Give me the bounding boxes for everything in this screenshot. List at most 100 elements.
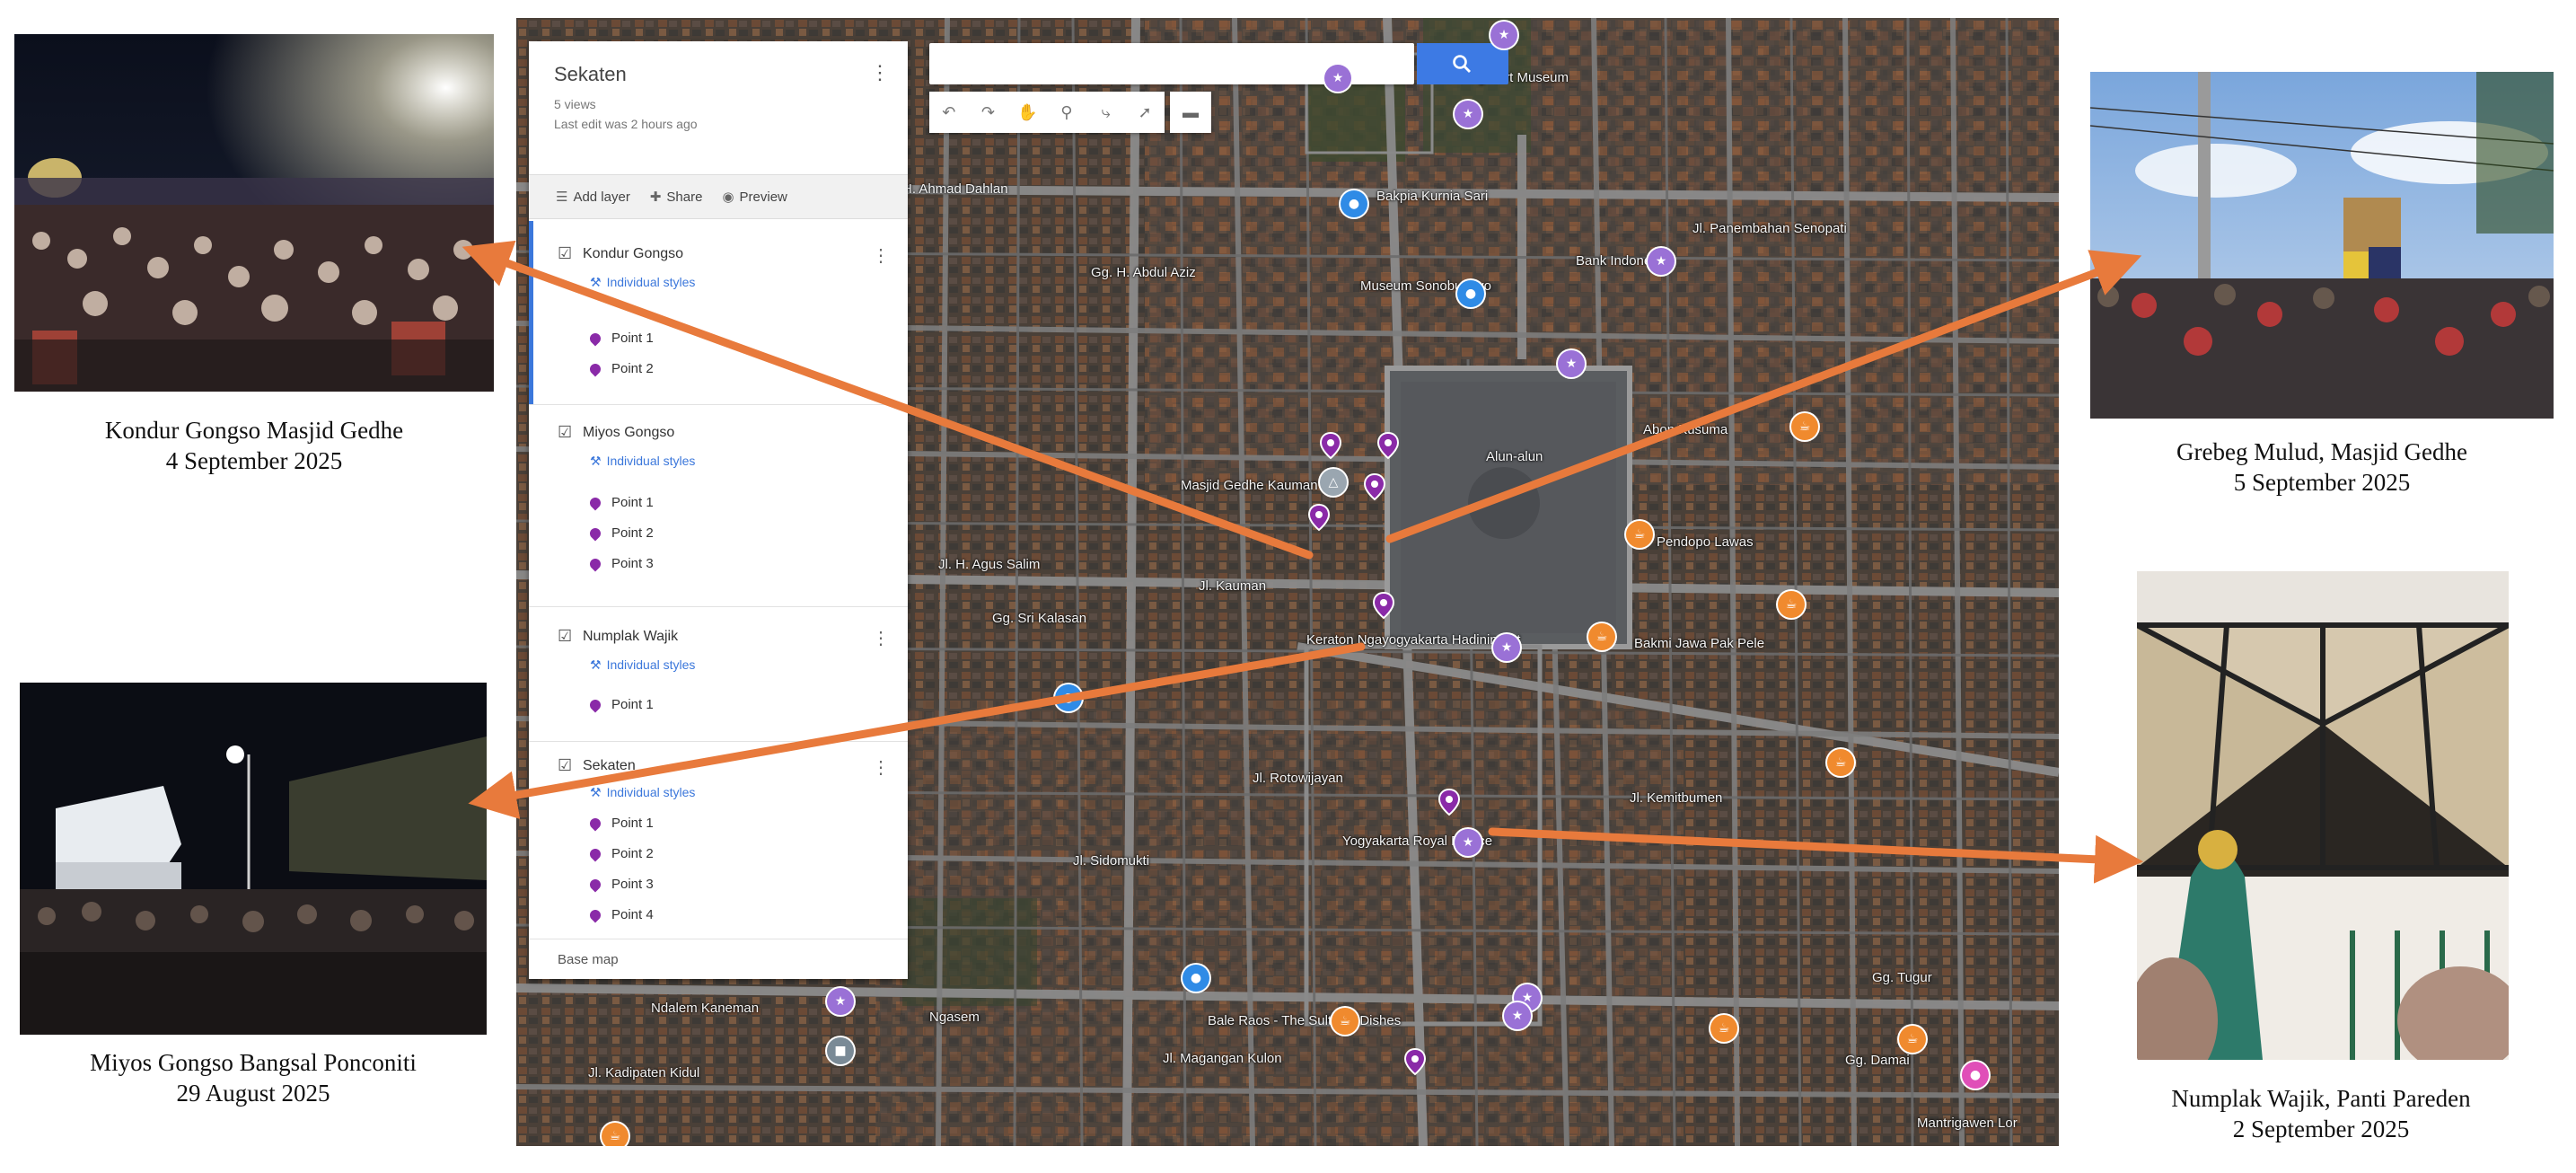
checkbox-checked-icon[interactable]: ☑ bbox=[558, 244, 572, 263]
kebab-icon[interactable]: ⋮ bbox=[872, 756, 890, 779]
map-pin-icon[interactable] bbox=[1435, 788, 1464, 816]
redo-icon[interactable]: ↷ bbox=[969, 92, 1008, 133]
checkbox-checked-icon[interactable]: ☑ bbox=[558, 627, 572, 646]
undo-icon[interactable]: ↶ bbox=[929, 92, 969, 133]
layer-name[interactable]: Kondur Gongso bbox=[583, 246, 683, 262]
base-map-toggle[interactable]: Base map bbox=[529, 939, 908, 979]
mosque-icon[interactable]: △ bbox=[1320, 469, 1347, 496]
map-title[interactable]: Sekaten bbox=[554, 63, 627, 86]
list-item[interactable]: Point 1 bbox=[587, 816, 654, 832]
add-marker-icon[interactable]: ⚲ bbox=[1047, 92, 1086, 133]
draw-line-icon[interactable]: ⤷ bbox=[1086, 92, 1126, 133]
list-item[interactable]: Point 3 bbox=[587, 556, 654, 572]
list-item[interactable]: Point 1 bbox=[587, 495, 654, 511]
shopping-icon[interactable]: ● bbox=[1055, 684, 1082, 711]
list-item[interactable]: Point 1 bbox=[587, 331, 654, 347]
restaurant-icon[interactable]: ☕ bbox=[1827, 749, 1854, 776]
view-count: 5 views bbox=[554, 97, 596, 111]
checkbox-checked-icon[interactable]: ☑ bbox=[558, 756, 572, 775]
share-button[interactable]: ✚ Share bbox=[650, 189, 703, 205]
list-item[interactable]: Point 4 bbox=[587, 907, 654, 923]
museum-icon[interactable]: ★ bbox=[1324, 65, 1351, 92]
preview-label: Preview bbox=[739, 190, 787, 205]
museum-icon[interactable]: ★ bbox=[1648, 248, 1675, 275]
shopping-icon[interactable]: ● bbox=[1182, 965, 1209, 992]
layer-style-link[interactable]: ⚒ Individual styles bbox=[590, 785, 695, 800]
share-label: Share bbox=[666, 190, 703, 205]
photo-numplak-wajik bbox=[2137, 571, 2509, 1060]
layer-style-link[interactable]: ⚒ Individual styles bbox=[590, 454, 695, 469]
preview-button[interactable]: ◉ Preview bbox=[722, 189, 787, 205]
restaurant-icon[interactable]: ☕ bbox=[1626, 521, 1653, 548]
street-label: Jl. Panembahan Senopati bbox=[1692, 221, 1847, 236]
layer-style-link[interactable]: ⚒ Individual styles bbox=[590, 657, 695, 673]
add-layer-button[interactable]: ☰ Add layer bbox=[556, 189, 630, 205]
map-pin-icon[interactable] bbox=[1401, 1047, 1429, 1076]
layer-miyos-gongso[interactable]: ☑ Miyos Gongso ⚒ Individual styles Point … bbox=[529, 405, 908, 607]
museum-icon[interactable]: ★ bbox=[1504, 1002, 1531, 1029]
layer-name[interactable]: Miyos Gongso bbox=[583, 425, 674, 441]
photo-caption: Numplak Wajik, Panti Pareden 2 September… bbox=[2101, 1083, 2541, 1144]
map-pin-icon[interactable] bbox=[1374, 431, 1402, 460]
eye-icon: ◉ bbox=[722, 190, 734, 205]
layers-icon: ☰ bbox=[556, 190, 568, 205]
kebab-icon[interactable]: ⋮ bbox=[872, 627, 890, 649]
layer-kondur-gongso[interactable]: ☑ Kondur Gongso ⋮ ⚒ Individual styles Poi… bbox=[529, 221, 908, 405]
poi-label: Bakpia Kurnia Sari bbox=[1376, 189, 1489, 204]
shopping-icon[interactable]: ● bbox=[1962, 1062, 1989, 1089]
map-pin-icon bbox=[587, 877, 603, 893]
restaurant-icon[interactable]: ☕ bbox=[602, 1123, 629, 1146]
photo-caption: Miyos Gongso Bangsal Ponconiti 29 August… bbox=[20, 1047, 487, 1108]
palace-icon[interactable]: ★ bbox=[1455, 829, 1481, 856]
layer-numplak-wajik[interactable]: ☑ Numplak Wajik ⋮ ⚒ Individual styles Poi… bbox=[529, 607, 908, 742]
museum-icon[interactable]: ★ bbox=[827, 988, 854, 1015]
restaurant-icon[interactable]: ☕ bbox=[1332, 1008, 1358, 1035]
list-item[interactable]: Point 2 bbox=[587, 525, 654, 542]
map-pin-icon bbox=[587, 697, 603, 713]
map-pin-icon[interactable] bbox=[1360, 472, 1389, 501]
layer-name[interactable]: Numplak Wajik bbox=[583, 629, 678, 645]
street-label: Jl. Sidomukti bbox=[1073, 853, 1150, 869]
list-item[interactable]: Point 2 bbox=[587, 361, 654, 377]
museum-icon[interactable]: ★ bbox=[1558, 350, 1585, 377]
restaurant-icon[interactable]: ☕ bbox=[1778, 591, 1805, 618]
street-label: Jl. Kemitbumen bbox=[1630, 790, 1723, 806]
point-label: Point 2 bbox=[611, 361, 654, 376]
shopping-icon[interactable]: ● bbox=[1341, 190, 1367, 217]
map-pin-icon[interactable] bbox=[1369, 591, 1398, 620]
poi-label: Bale Raos - The Sultan's Dishes bbox=[1208, 1013, 1402, 1028]
layer-style-link[interactable]: ⚒ Individual styles bbox=[590, 275, 695, 290]
kebab-icon[interactable]: ⋮ bbox=[870, 61, 890, 84]
street-label: Gg. Tugur bbox=[1872, 970, 1932, 985]
map-pin-icon[interactable] bbox=[1316, 431, 1345, 460]
point-label: Point 3 bbox=[611, 556, 654, 571]
ruler-icon[interactable]: ▬ bbox=[1170, 92, 1211, 133]
street-label: Jl. Kauman bbox=[1199, 578, 1267, 594]
restaurant-icon[interactable]: ☕ bbox=[1710, 1015, 1737, 1042]
museum-icon[interactable]: ★ bbox=[1490, 22, 1517, 49]
hand-icon[interactable]: ✋ bbox=[1007, 92, 1047, 133]
caption-date: 29 August 2025 bbox=[176, 1080, 330, 1107]
map-view[interactable]: KH. Ahmad Dahlan Bakpia Kurnia Sari Muse… bbox=[516, 18, 2059, 1146]
photo-grebeg-mulud bbox=[2090, 72, 2554, 419]
caption-date: 5 September 2025 bbox=[2233, 469, 2411, 496]
list-item[interactable]: Point 3 bbox=[587, 877, 654, 893]
list-item[interactable]: Point 1 bbox=[587, 697, 654, 713]
search-button[interactable] bbox=[1417, 43, 1508, 84]
bank-icon[interactable]: ● bbox=[1457, 280, 1484, 307]
restaurant-icon[interactable]: ☕ bbox=[1588, 623, 1615, 650]
restaurant-icon[interactable]: ☕ bbox=[1899, 1026, 1926, 1053]
checkbox-checked-icon[interactable]: ☑ bbox=[558, 423, 572, 442]
map-pin-icon[interactable] bbox=[1305, 503, 1333, 532]
layer-sekaten[interactable]: ☑ Sekaten ⋮ ⚒ Individual styles Point 1 P… bbox=[529, 742, 908, 939]
list-item[interactable]: Point 2 bbox=[587, 846, 654, 862]
restaurant-icon[interactable]: ☕ bbox=[1791, 413, 1818, 440]
palace-icon[interactable]: ★ bbox=[1493, 634, 1520, 661]
kebab-icon[interactable]: ⋮ bbox=[872, 244, 890, 267]
add-layer-label: Add layer bbox=[573, 190, 630, 205]
bus-icon[interactable]: ■ bbox=[827, 1037, 854, 1064]
layer-name[interactable]: Sekaten bbox=[583, 758, 636, 774]
poi-label: Masjid Gedhe Kauman bbox=[1181, 478, 1318, 493]
museum-icon[interactable]: ★ bbox=[1455, 101, 1481, 128]
directions-icon[interactable]: ➚ bbox=[1125, 92, 1165, 133]
